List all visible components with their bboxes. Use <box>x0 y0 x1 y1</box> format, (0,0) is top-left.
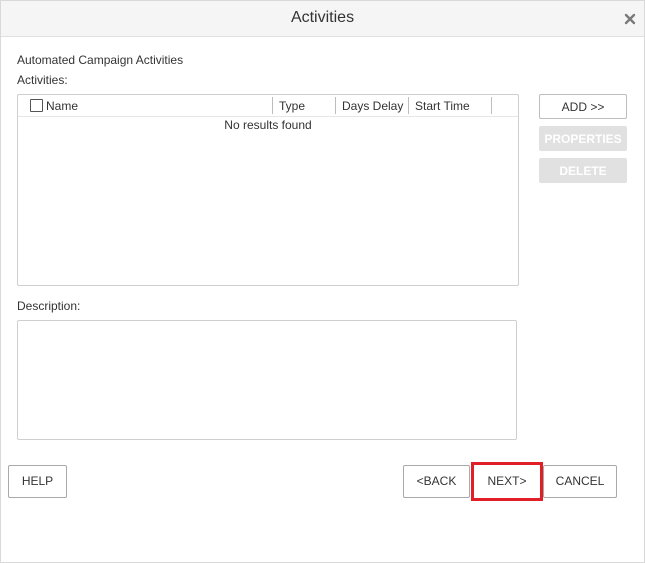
description-label: Description: <box>17 299 81 313</box>
help-button[interactable]: HELP <box>8 465 67 498</box>
column-header-type[interactable]: Type <box>279 98 305 114</box>
back-button[interactable]: <BACK <box>403 465 470 498</box>
column-header-start-time[interactable]: Start Time <box>415 98 470 114</box>
column-header-name[interactable]: Name <box>46 98 78 114</box>
column-divider[interactable] <box>491 97 492 114</box>
next-button-highlight <box>471 462 543 501</box>
close-icon[interactable] <box>624 13 636 25</box>
activities-label: Activities: <box>17 73 68 87</box>
delete-button: DELETE <box>539 158 627 183</box>
column-divider[interactable] <box>335 97 336 114</box>
grid-header: Name Type Days Delay Start Time <box>18 95 518 117</box>
cancel-button[interactable]: CANCEL <box>543 465 617 498</box>
select-all-checkbox[interactable] <box>30 99 43 112</box>
dialog-titlebar: Activities <box>1 1 644 37</box>
description-field[interactable] <box>17 320 517 440</box>
column-divider[interactable] <box>408 97 409 114</box>
column-divider[interactable] <box>272 97 273 114</box>
dialog-title: Activities <box>290 9 355 26</box>
section-heading: Automated Campaign Activities <box>17 53 184 67</box>
activities-dialog: Activities Automated Campaign Activities… <box>0 0 645 563</box>
properties-button: PROPERTIES <box>539 126 627 151</box>
grid-empty-message: No results found <box>224 118 312 132</box>
add-button[interactable]: ADD >> <box>539 94 627 119</box>
column-header-days-delay[interactable]: Days Delay <box>342 98 403 114</box>
activities-grid: Name Type Days Delay Start Time No resul… <box>17 94 519 286</box>
